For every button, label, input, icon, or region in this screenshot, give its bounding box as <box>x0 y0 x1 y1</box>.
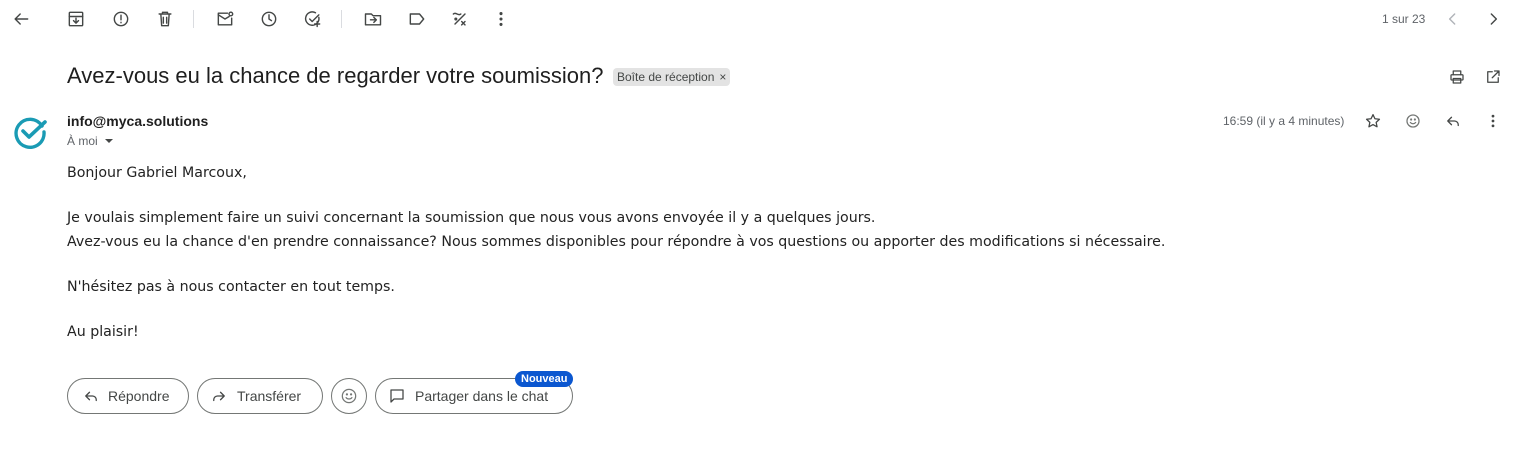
label-name: Boîte de réception <box>617 70 715 84</box>
chevron-right-icon <box>1490 13 1498 25</box>
message-toolbar: 1 sur 23 <box>0 0 1531 38</box>
message-timestamp: 16:59 (il y a 4 minutes) <box>1223 114 1345 128</box>
back-button[interactable] <box>7 5 35 33</box>
add-reaction-button[interactable] <box>1399 107 1427 135</box>
trash-icon <box>158 11 172 27</box>
filter-button[interactable] <box>446 5 474 33</box>
report-spam-icon <box>113 11 129 27</box>
new-feature-badge: Nouveau <box>515 371 574 387</box>
reply-label: Répondre <box>108 388 170 404</box>
older-button[interactable] <box>1479 5 1507 33</box>
emoji-icon <box>341 388 357 404</box>
pagination-count: 1 sur 23 <box>1382 12 1426 26</box>
body-paragraph: Je voulais simplement faire un suivi con… <box>67 210 876 226</box>
body-paragraph: Avez-vous eu la chance d'en prendre conn… <box>67 234 1166 250</box>
reply-icon-button[interactable] <box>1439 107 1467 135</box>
delete-button[interactable] <box>151 5 179 33</box>
reply-icon <box>85 391 97 402</box>
open-in-new-icon <box>1487 70 1500 83</box>
labels-button[interactable] <box>403 5 431 33</box>
recipient-details-toggle[interactable]: À moi <box>67 134 113 148</box>
message-body: Bonjour Gabriel Marcoux, Je voulais simp… <box>67 161 1165 344</box>
report-spam-button[interactable] <box>107 5 135 33</box>
move-to-button[interactable] <box>359 5 387 33</box>
open-new-window-button[interactable] <box>1479 63 1507 91</box>
reply-icon <box>1447 116 1459 127</box>
sender-email[interactable]: info@myca.solutions <box>67 113 208 129</box>
recipient-label: À moi <box>67 134 98 148</box>
forward-button[interactable]: Transférer <box>197 378 323 414</box>
sender-avatar <box>14 117 47 149</box>
email-subject: Avez-vous eu la chance de regarder votre… <box>67 63 604 88</box>
toolbar-divider <box>193 10 194 28</box>
chat-bubble-icon <box>390 389 404 403</box>
caret-down-icon <box>104 139 113 143</box>
emoji-reaction-button[interactable] <box>331 378 367 414</box>
message-more-button[interactable] <box>1479 107 1507 135</box>
greeting-text: Bonjour Gabriel Marcoux, <box>67 165 247 181</box>
body-paragraph: N'hésitez pas à nous contacter en tout t… <box>67 279 395 295</box>
emoji-icon <box>1406 114 1420 128</box>
archive-icon <box>68 11 84 27</box>
remove-label-button[interactable]: × <box>719 68 726 86</box>
mark-unread-button[interactable] <box>211 5 239 33</box>
share-chat-label: Partager dans le chat <box>415 388 549 404</box>
reply-button[interactable]: Répondre <box>67 378 189 414</box>
print-all-button[interactable] <box>1443 63 1471 91</box>
more-options-icon <box>1491 114 1495 128</box>
arrow-back-icon <box>14 13 29 25</box>
inbox-label-chip[interactable]: Boîte de réception × <box>613 68 731 86</box>
star-button[interactable] <box>1359 107 1387 135</box>
snooze-icon <box>261 11 277 27</box>
forward-label: Transférer <box>237 388 302 404</box>
toolbar-divider <box>341 10 342 28</box>
star-icon <box>1365 113 1381 128</box>
archive-button[interactable] <box>62 5 90 33</box>
snooze-button[interactable] <box>255 5 283 33</box>
add-task-icon <box>304 11 321 28</box>
add-task-button[interactable] <box>299 5 327 33</box>
forward-icon <box>213 391 225 402</box>
print-icon <box>1450 70 1464 84</box>
newer-button[interactable] <box>1439 5 1467 33</box>
chevron-left-icon <box>1448 13 1456 25</box>
closing-text: Au plaisir! <box>67 324 139 340</box>
mark-unread-icon <box>217 11 234 26</box>
move-to-icon <box>364 13 382 26</box>
more-options-button[interactable] <box>487 5 515 33</box>
filter-messages-icon <box>452 12 466 26</box>
label-icon <box>409 13 425 25</box>
more-options-icon <box>499 12 503 26</box>
